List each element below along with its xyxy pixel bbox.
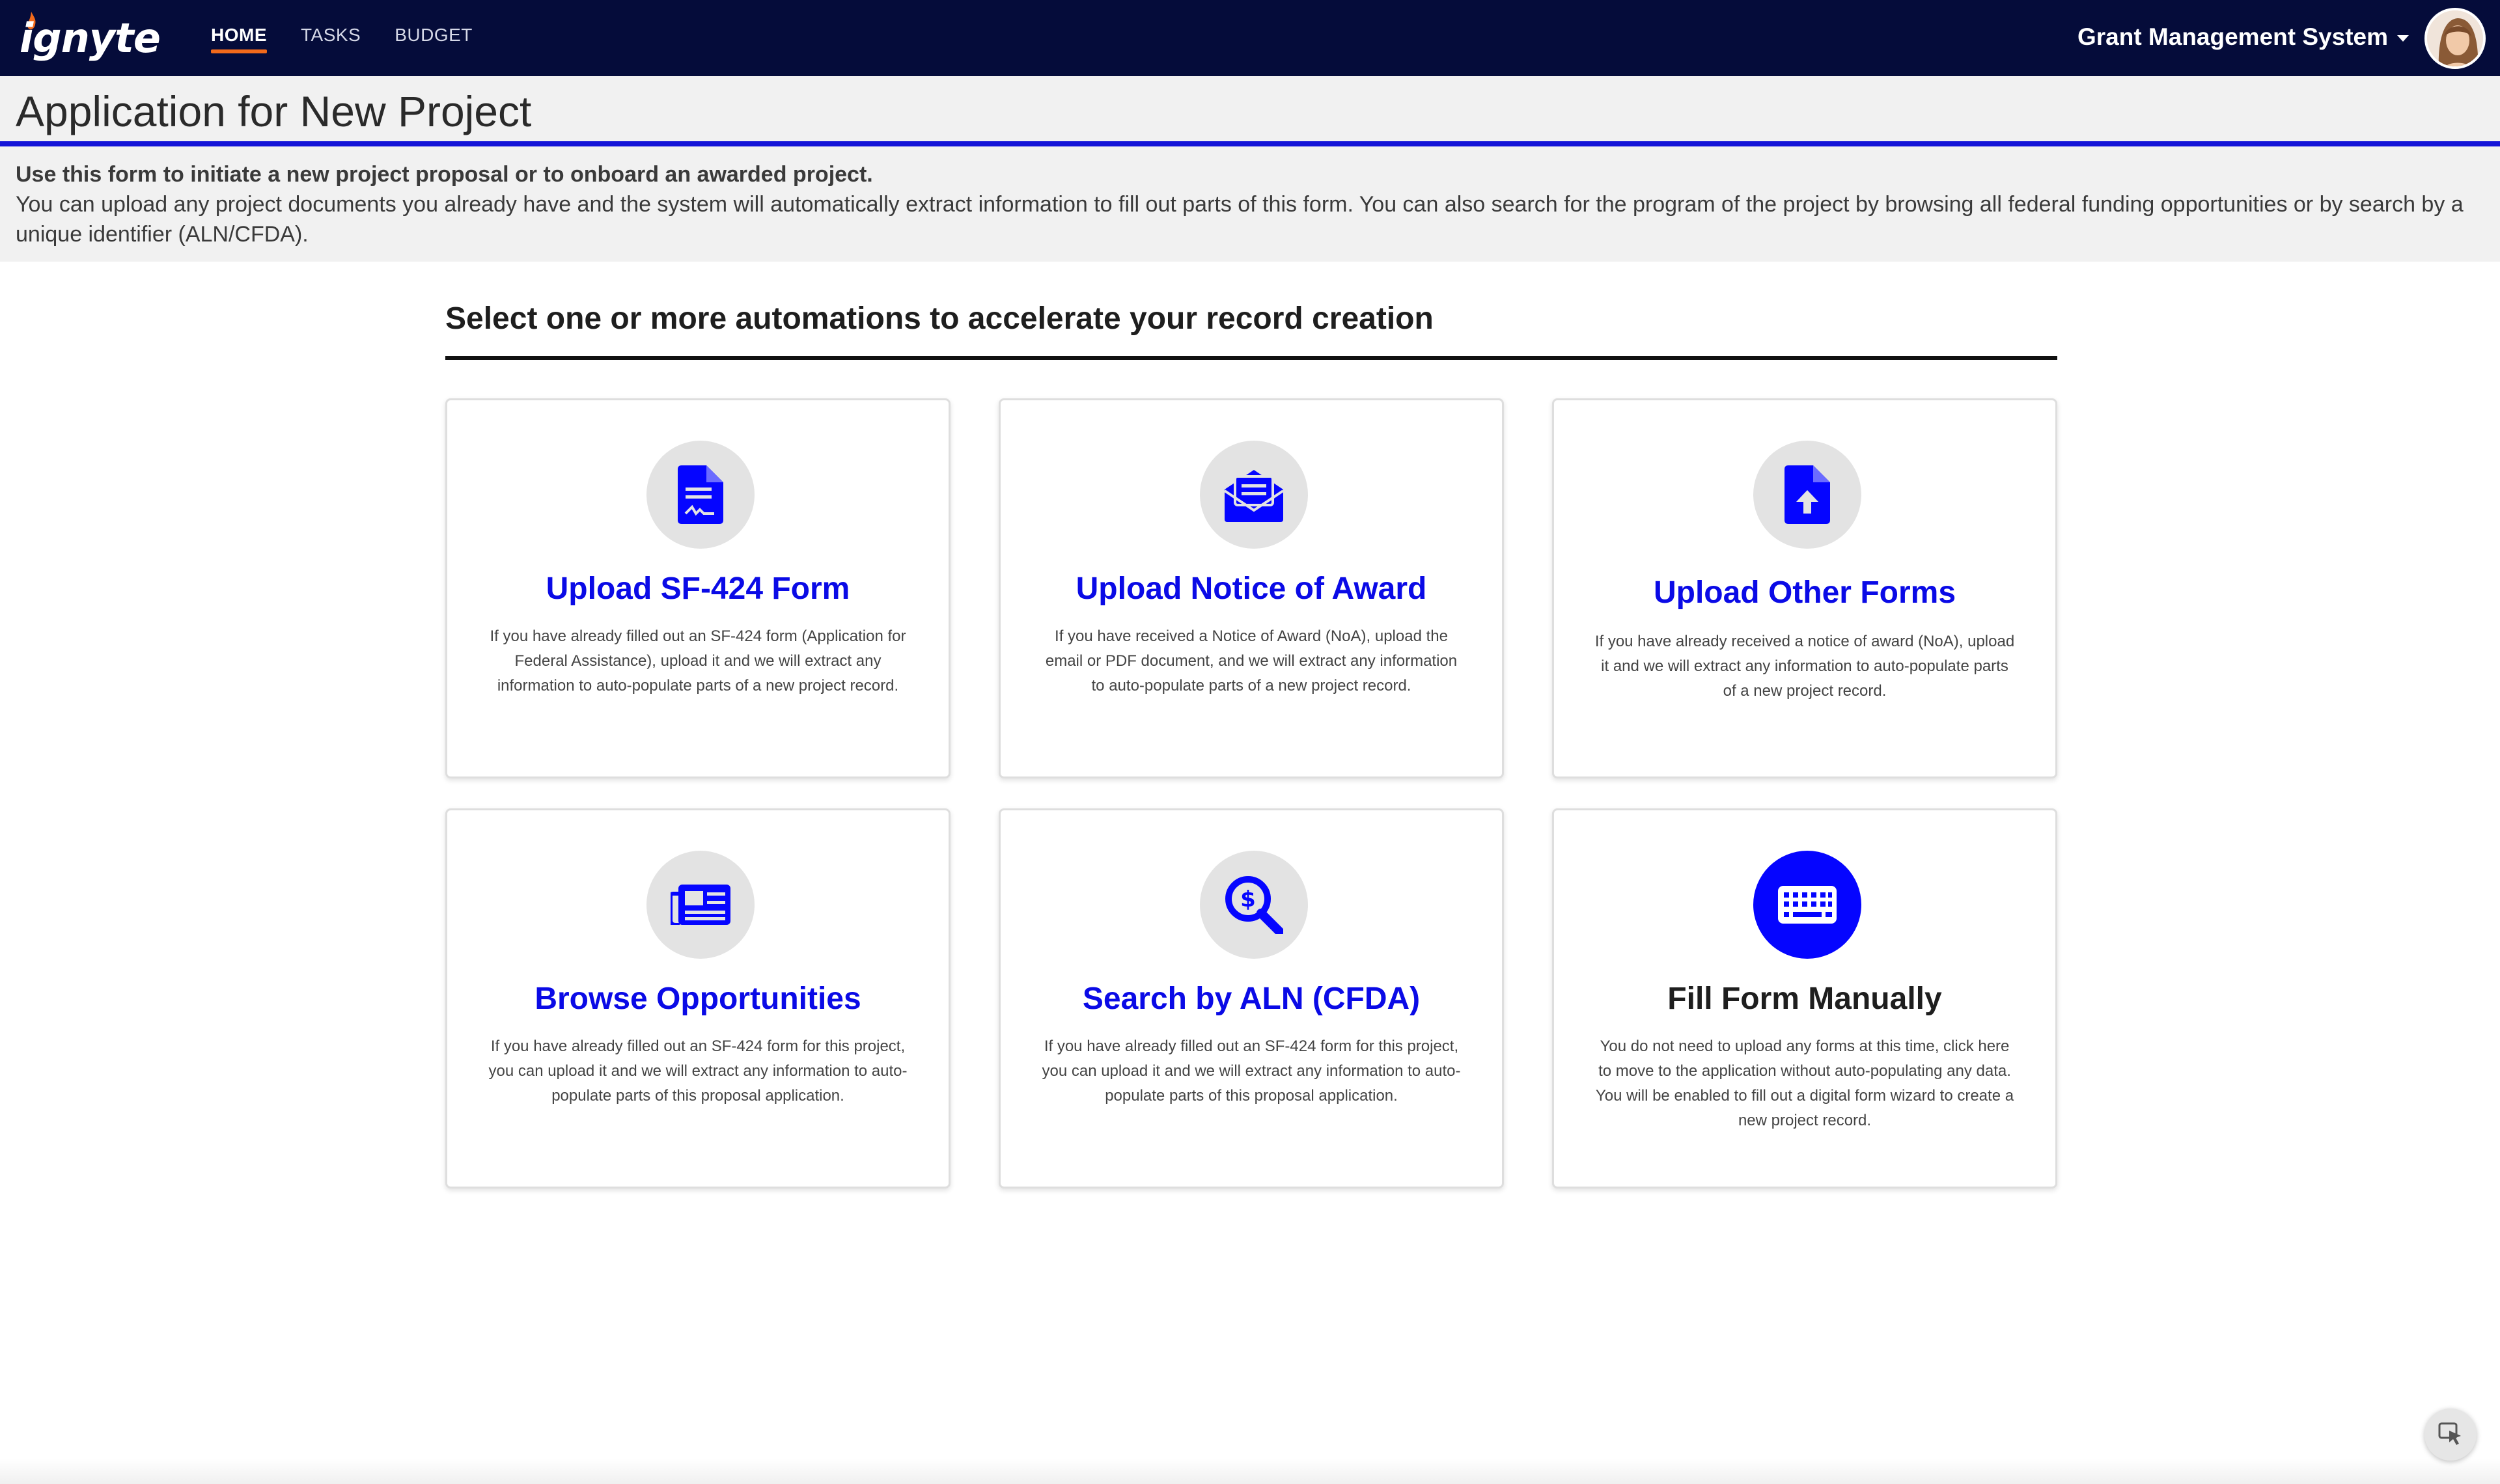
card-icon-circle: [1753, 851, 1861, 959]
card-icon-circle: [646, 851, 755, 959]
card-browse-opportunities[interactable]: Browse Opportunities If you have already…: [445, 808, 951, 1189]
card-icon-circle: [1753, 441, 1861, 549]
card-title: Upload Notice of Award: [1076, 571, 1427, 606]
user-avatar[interactable]: [2424, 8, 2486, 69]
card-description: If you have already filled out an SF-424…: [1042, 1037, 1461, 1105]
feedback-button[interactable]: [2424, 1408, 2477, 1461]
card-upload-notice-of-award[interactable]: Upload Notice of Award If you have recei…: [999, 398, 1504, 778]
card-title: Search by ALN (CFDA): [1082, 982, 1421, 1016]
cursor-select-icon: [2438, 1422, 2461, 1445]
top-navigation-bar: ignyte HOME TASKS BUDGET Grant Managemen…: [0, 0, 2500, 76]
ignyte-logo[interactable]: ignyte: [20, 12, 163, 64]
logo-text: ignyte: [20, 14, 161, 62]
intro-summary: Use this form to initiate a new project …: [16, 162, 873, 187]
card-description: If you have already filled out an SF-424…: [490, 627, 906, 694]
chevron-down-icon: [2397, 35, 2409, 42]
card-icon-circle: $: [1200, 851, 1308, 959]
file-upload-icon: [1785, 465, 1830, 524]
automation-section-title: Select one or more automations to accele…: [445, 301, 2057, 360]
nav-home[interactable]: HOME: [211, 25, 267, 53]
intro-panel: Use this form to initiate a new project …: [0, 146, 2500, 262]
card-description: You do not need to upload any forms at t…: [1595, 1037, 2014, 1129]
card-title: Upload Other Forms: [1653, 575, 1956, 610]
dollar-search-icon: $: [1225, 876, 1283, 934]
signed-document-icon: [678, 465, 723, 524]
nav-tasks[interactable]: TASKS: [301, 25, 361, 51]
main-nav: HOME TASKS BUDGET: [211, 25, 473, 53]
card-upload-sf424[interactable]: Upload SF-424 Form If you have already f…: [445, 398, 951, 778]
keyboard-icon: [1778, 886, 1837, 924]
svg-text:$: $: [1240, 886, 1256, 913]
page-title: Application for New Project: [16, 87, 532, 135]
card-icon-circle: [1200, 441, 1308, 549]
newspaper-icon: [671, 885, 730, 925]
card-description: If you have already filled out an SF-424…: [488, 1037, 908, 1105]
card-description: If you have already received a notice of…: [1594, 633, 2015, 700]
system-menu-label: Grant Management System: [2077, 23, 2388, 50]
card-description: If you have received a Notice of Award (…: [1045, 627, 1458, 694]
user-portrait-icon: [2427, 10, 2483, 66]
bottom-shadow: [0, 1458, 2500, 1484]
system-menu-dropdown[interactable]: Grant Management System: [2077, 23, 2409, 51]
intro-details: You can upload any project documents you…: [16, 192, 2464, 247]
card-title: Upload SF-424 Form: [546, 571, 850, 606]
card-search-by-aln[interactable]: $ Search by ALN (CFDA) If you have alrea…: [999, 808, 1504, 1189]
card-fill-form-manually[interactable]: Fill Form Manually You do not need to up…: [1552, 808, 2057, 1189]
card-title: Browse Opportunities: [535, 982, 861, 1016]
nav-budget[interactable]: BUDGET: [395, 25, 473, 51]
card-upload-other-forms[interactable]: Upload Other Forms If you have already r…: [1552, 398, 2057, 778]
card-title: Fill Form Manually: [1667, 982, 1942, 1016]
page-header: Application for New Project: [0, 76, 2500, 146]
card-icon-circle: [646, 441, 755, 549]
envelope-letter-icon: [1225, 470, 1283, 522]
